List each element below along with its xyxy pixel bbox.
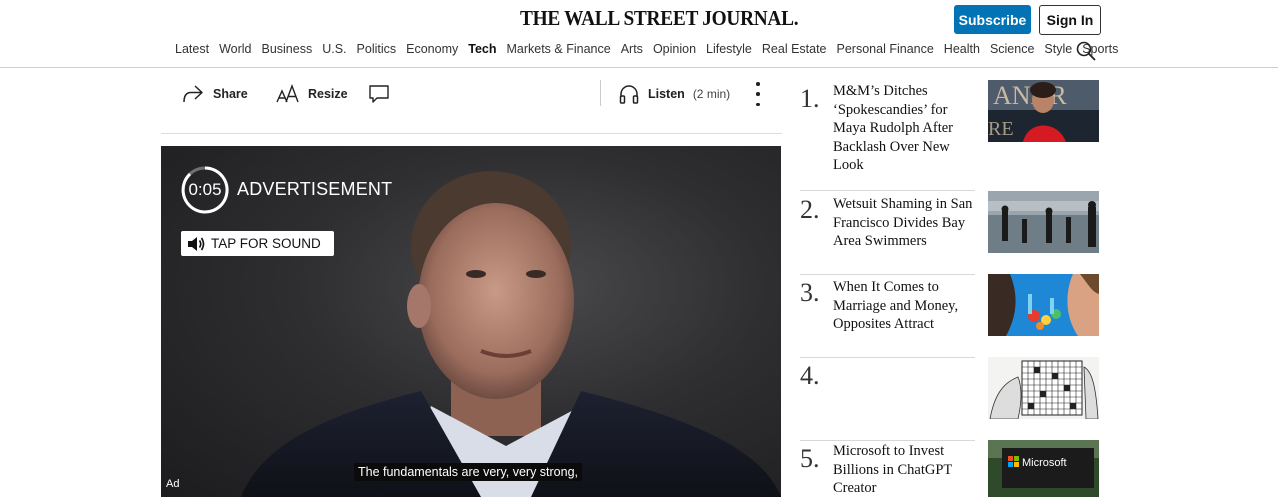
nav-item-science[interactable]: Science bbox=[990, 42, 1034, 58]
trending-headline[interactable]: When It Comes to Marriage and Money, Opp… bbox=[833, 278, 973, 334]
ad-corner-label: Ad bbox=[166, 478, 180, 490]
nav-item-real-estate[interactable]: Real Estate bbox=[762, 42, 827, 58]
resize-button[interactable]: Resize bbox=[276, 82, 348, 106]
headphones-icon bbox=[619, 85, 639, 104]
article-toolbar: Share Resize Listen (2 min) bbox=[161, 74, 782, 134]
trending-item[interactable]: 5. Microsoft to Invest Billions in ChatG… bbox=[800, 440, 1100, 497]
comment-icon bbox=[369, 85, 389, 103]
nav-item-personal-finance[interactable]: Personal Finance bbox=[837, 42, 934, 58]
trending-rank: 2. bbox=[800, 195, 820, 224]
trending-item[interactable]: 1. M&M’s Ditches ‘Spokescandies’ for May… bbox=[800, 80, 1100, 190]
nav-item-opinion[interactable]: Opinion bbox=[653, 42, 696, 58]
trending-headline[interactable]: M&M’s Ditches ‘Spokescandies’ for Maya R… bbox=[833, 82, 973, 175]
share-icon bbox=[183, 85, 203, 103]
trending-thumbnail[interactable] bbox=[988, 357, 1099, 419]
nav-item-economy[interactable]: Economy bbox=[406, 42, 458, 58]
listen-label: Listen bbox=[648, 87, 685, 101]
trending-headline[interactable]: Microsoft to Invest Billions in ChatGPT … bbox=[833, 442, 973, 497]
nav-item-politics[interactable]: Politics bbox=[357, 42, 397, 58]
trending-thumbnail[interactable] bbox=[988, 274, 1099, 336]
wsj-logo[interactable]: THE WALL STREET JOURNAL. bbox=[520, 6, 799, 31]
toolbar-divider bbox=[600, 80, 601, 106]
tap-for-sound-label: TAP FOR SOUND bbox=[211, 236, 321, 251]
listen-duration: (2 min) bbox=[692, 87, 731, 101]
resize-label: Resize bbox=[308, 87, 348, 101]
svg-text:Microsoft: Microsoft bbox=[1022, 457, 1067, 469]
trending-item[interactable]: 3. When It Comes to Marriage and Money, … bbox=[800, 274, 1100, 357]
trending-rank: 1. bbox=[800, 84, 820, 113]
search-icon[interactable] bbox=[1075, 40, 1097, 62]
trending-item[interactable]: 2. Wetsuit Shaming in San Francisco Divi… bbox=[800, 191, 1100, 274]
nav-item-latest[interactable]: Latest bbox=[175, 42, 209, 58]
listen-button[interactable]: Listen (2 min) bbox=[618, 82, 730, 106]
nav-item-arts[interactable]: Arts bbox=[621, 42, 643, 58]
trending-thumbnail[interactable]: ANDR RE bbox=[988, 80, 1099, 142]
trending-item[interactable]: 4. bbox=[800, 357, 1100, 440]
nav-item-style[interactable]: Style bbox=[1044, 42, 1072, 58]
nav-item-us[interactable]: U.S. bbox=[322, 42, 346, 58]
nav-item-lifestyle[interactable]: Lifestyle bbox=[706, 42, 752, 58]
video-caption: The fundamentals are very, very strong, bbox=[354, 463, 583, 481]
share-button[interactable]: Share bbox=[181, 82, 248, 106]
masthead: THE WALL STREET JOURNAL. Subscribe Sign … bbox=[0, 0, 1278, 68]
more-options-icon[interactable] bbox=[753, 82, 763, 106]
share-label: Share bbox=[213, 87, 248, 101]
video-player[interactable]: 0:05 ADVERTISEMENT TAP FOR SOUND The fun… bbox=[161, 146, 781, 497]
speaker-icon bbox=[188, 236, 205, 251]
ad-countdown: 0:05 bbox=[188, 180, 222, 199]
trending-rank: 3. bbox=[800, 278, 820, 307]
trending-headline[interactable]: Wetsuit Shaming in San Francisco Divides… bbox=[833, 195, 973, 251]
sign-in-button[interactable]: Sign In bbox=[1039, 5, 1101, 35]
trending-thumbnail[interactable] bbox=[988, 191, 1099, 253]
nav-item-world[interactable]: World bbox=[219, 42, 251, 58]
comments-button[interactable] bbox=[368, 82, 398, 106]
nav-item-health[interactable]: Health bbox=[944, 42, 980, 58]
subscribe-button[interactable]: Subscribe bbox=[954, 5, 1031, 34]
svg-text:RE: RE bbox=[988, 118, 1014, 140]
svg-text:ANDR: ANDR bbox=[993, 81, 1067, 110]
tap-for-sound-button[interactable]: TAP FOR SOUND bbox=[181, 231, 334, 256]
nav-item-tech[interactable]: Tech bbox=[468, 42, 496, 58]
trending-thumbnail[interactable]: Microsoft bbox=[988, 440, 1099, 497]
trending-rank: 5. bbox=[800, 444, 820, 473]
text-resize-icon bbox=[276, 84, 299, 103]
advertisement-label: ADVERTISEMENT bbox=[237, 179, 393, 199]
nav-item-markets-finance[interactable]: Markets & Finance bbox=[506, 42, 610, 58]
section-nav: Latest World Business U.S. Politics Econ… bbox=[175, 42, 1128, 58]
nav-item-business[interactable]: Business bbox=[261, 42, 312, 58]
trending-rank: 4. bbox=[800, 361, 820, 390]
